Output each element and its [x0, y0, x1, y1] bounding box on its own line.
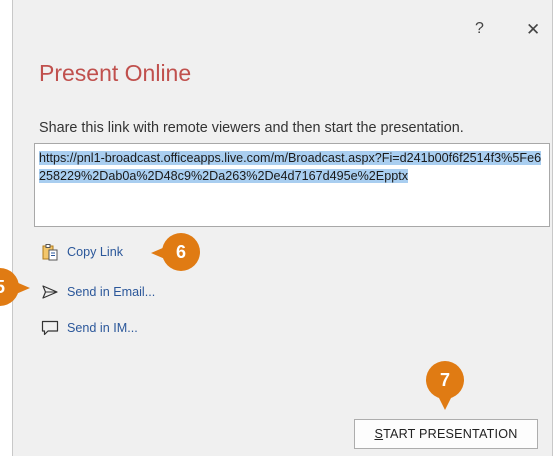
send-in-im-label: Send in IM...: [67, 321, 138, 335]
close-icon[interactable]: ✕: [526, 20, 540, 40]
start-presentation-button[interactable]: START PRESENTATION: [354, 419, 538, 449]
start-button-accelerator: S: [374, 427, 384, 441]
broadcast-link-box[interactable]: https://pnl1-broadcast.officeapps.live.c…: [34, 143, 550, 227]
copy-link-label: Copy Link: [67, 245, 124, 259]
broadcast-link-text[interactable]: https://pnl1-broadcast.officeapps.live.c…: [39, 151, 542, 183]
clipboard-icon: [42, 244, 58, 261]
instruction-text: Share this link with remote viewers and …: [39, 120, 464, 136]
send-in-email-label: Send in Email...: [67, 285, 156, 299]
chat-bubble-icon: [41, 320, 59, 336]
callout-7: 7: [426, 361, 464, 410]
help-icon[interactable]: ?: [475, 20, 484, 38]
copy-link-button[interactable]: Copy Link: [41, 243, 123, 261]
callout-6: 6: [151, 233, 200, 271]
send-arrow-icon: [42, 285, 58, 299]
send-in-im-button[interactable]: Send in IM...: [41, 319, 138, 337]
present-online-dialog: ? ✕ Present Online Share this link with …: [12, 0, 553, 456]
send-in-email-button[interactable]: Send in Email...: [41, 283, 155, 301]
dialog-title: Present Online: [39, 60, 192, 86]
start-button-label: TART PRESENTATION: [383, 427, 518, 441]
